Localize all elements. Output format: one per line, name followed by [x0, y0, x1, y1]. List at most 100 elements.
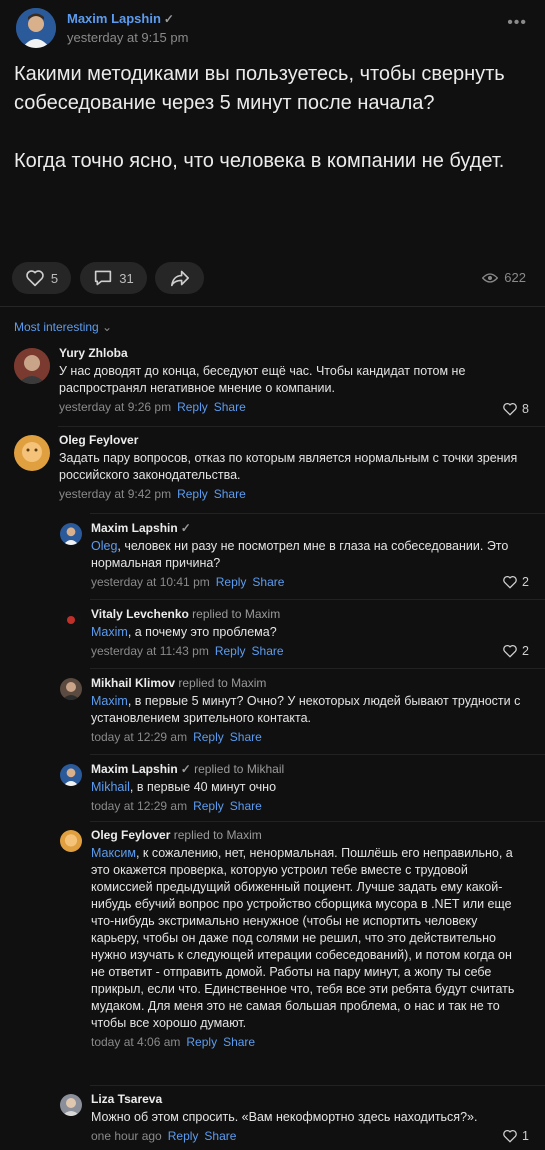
eye-icon [482, 272, 499, 283]
like-count: 5 [50, 270, 59, 286]
comment-text: Mikhail, в первые 40 минут очно [91, 780, 277, 794]
post-author[interactable]: Maxim Lapshin ✓ [67, 11, 174, 26]
comment-author[interactable]: Oleg Feylover replied to Maxim [91, 828, 529, 842]
comment-text: У нас доводят до конца, беседуют ещё час… [59, 364, 466, 395]
comment-like-count: 8 [522, 402, 529, 416]
comment-timestamp: today at 4:06 am [91, 1035, 181, 1049]
comment-separator [90, 513, 545, 514]
comment-separator [90, 821, 545, 822]
comment-separator [90, 754, 545, 755]
comment-author[interactable]: Yury Zhloba [59, 346, 529, 360]
post-clarification: Когда точно ясно, что человека в компани… [14, 150, 505, 172]
reply-link[interactable]: Reply [193, 799, 224, 813]
more-options-icon[interactable]: ••• [507, 14, 527, 32]
comment-author[interactable]: Mikhail Klimov replied to Maxim [91, 676, 529, 690]
comment-text: Maxim, а почему это проблема? [91, 625, 277, 639]
share-link[interactable]: Share [252, 575, 284, 589]
reply-link[interactable]: Reply [177, 487, 208, 501]
avatar-image [14, 435, 50, 471]
avatar[interactable] [14, 348, 50, 384]
comment-author[interactable]: Liza Tsareva [91, 1092, 529, 1106]
views-counter: 622 [482, 270, 526, 285]
comment-like-count: 2 [522, 644, 529, 658]
comment-author[interactable]: Oleg Feylover [59, 433, 529, 447]
views-count: 622 [504, 270, 526, 285]
reply-link[interactable]: Reply [215, 644, 246, 658]
sort-dropdown[interactable]: Most interesting ⌄ [14, 320, 112, 334]
comments-button[interactable]: 31 [80, 262, 147, 294]
avatar[interactable] [14, 435, 50, 471]
comment-like-button[interactable]: 1 [502, 1129, 529, 1143]
share-link[interactable]: Share [204, 1129, 236, 1143]
comment-text: Задать пару вопросов, отказ по которым я… [59, 451, 518, 482]
share-link[interactable]: Share [252, 644, 284, 658]
comment-like-count: 2 [522, 575, 529, 589]
verified-icon: ✓ [163, 12, 174, 26]
comment-separator [58, 426, 545, 427]
mention-link[interactable]: Максим [91, 846, 136, 860]
comment-timestamp: today at 12:29 am [91, 799, 188, 813]
comment-text: Oleg, человек ни разу не посмотрел мне в… [91, 539, 509, 570]
comment-like-button[interactable]: 2 [502, 644, 529, 658]
avatar[interactable] [60, 678, 82, 700]
like-button[interactable]: 5 [12, 262, 71, 294]
heart-icon [503, 1129, 517, 1143]
post-timestamp: yesterday at 9:15 pm [67, 30, 189, 45]
share-link[interactable]: Share [214, 487, 246, 501]
avatar-image [60, 764, 82, 786]
mention-link[interactable]: Mikhail [91, 780, 130, 794]
avatar-image [60, 609, 82, 631]
share-link[interactable]: Share [223, 1035, 255, 1049]
comment-timestamp: yesterday at 10:41 pm [91, 575, 210, 589]
share-link[interactable]: Share [214, 400, 246, 414]
avatar[interactable] [60, 830, 82, 852]
comment-separator [90, 668, 545, 669]
avatar-image [16, 8, 56, 48]
avatar-image [60, 678, 82, 700]
mention-link[interactable]: Maxim [91, 625, 128, 639]
comment-like-button[interactable]: 2 [502, 575, 529, 589]
reply-link[interactable]: Reply [186, 1035, 217, 1049]
share-link[interactable]: Share [230, 799, 262, 813]
comment-author[interactable]: Vitaly Levchenko replied to Maxim [91, 607, 529, 621]
comment-timestamp: yesterday at 9:42 pm [59, 487, 172, 501]
comment-icon [95, 270, 112, 286]
avatar[interactable] [60, 523, 82, 545]
heart-icon [503, 644, 517, 658]
avatar-image [14, 348, 50, 384]
comment-separator [90, 1085, 545, 1086]
comment-timestamp: yesterday at 11:43 pm [91, 644, 209, 658]
avatar-image [60, 523, 82, 545]
avatar[interactable] [60, 764, 82, 786]
mention-link[interactable]: Maxim [91, 694, 128, 708]
comment-text: Максим, к сожалению, нет, ненормальная. … [91, 846, 515, 1030]
avatar-image [60, 830, 82, 852]
comment-separator [90, 599, 545, 600]
reply-link[interactable]: Reply [216, 575, 247, 589]
comment-count: 31 [119, 270, 134, 286]
post-header: Maxim Lapshin ✓ yesterday at 9:15 pm ••• [16, 8, 529, 50]
reply-link[interactable]: Reply [193, 730, 224, 744]
mention-link[interactable]: Oleg [91, 539, 117, 553]
comment-text: Можно об этом спросить. «Вам некофмортно… [91, 1110, 478, 1124]
comment-timestamp: today at 12:29 am [91, 730, 188, 744]
verified-icon: ✓ [180, 762, 191, 776]
avatar[interactable] [60, 1094, 82, 1116]
avatar[interactable] [16, 8, 56, 48]
share-button[interactable] [155, 262, 204, 294]
comment-text: Maxim, в первые 5 минут? Очно? У некотор… [91, 694, 521, 725]
reply-link[interactable]: Reply [177, 400, 208, 414]
avatar-image [60, 1094, 82, 1116]
comment-author[interactable]: Maxim Lapshin ✓ [91, 521, 529, 535]
post-body: Какими методиками вы пользуетесь, чтобы … [14, 60, 529, 176]
avatar[interactable] [60, 609, 82, 631]
verified-icon: ✓ [180, 521, 191, 535]
comment-timestamp: one hour ago [91, 1129, 162, 1143]
comment-author[interactable]: Maxim Lapshin ✓ replied to Mikhail [91, 762, 529, 776]
heart-icon [503, 575, 517, 589]
heart-icon [26, 270, 44, 287]
comment-like-button[interactable]: 8 [502, 402, 529, 416]
share-link[interactable]: Share [230, 730, 262, 744]
reply-link[interactable]: Reply [168, 1129, 199, 1143]
share-icon [170, 270, 189, 287]
